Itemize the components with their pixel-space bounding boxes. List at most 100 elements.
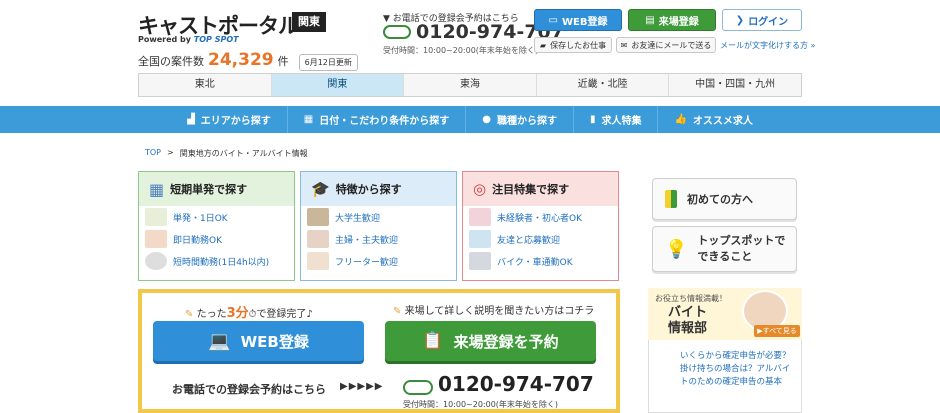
what-you-can-do-button[interactable]: 💡 トップスポットで できること: [652, 226, 797, 272]
clipboard-icon: 📋: [422, 331, 444, 351]
login-button[interactable]: ❯ ログイン: [722, 9, 802, 31]
breadcrumb-home[interactable]: TOP: [145, 148, 161, 159]
job-count: 全国の案件数 24,329 件 6月12日更新: [138, 50, 358, 71]
list-item[interactable]: フリーター歓迎: [307, 250, 450, 272]
list-item[interactable]: 大学生歓迎: [307, 206, 450, 228]
breadcrumb-current: 関東地方のバイト・アルバイト情報: [179, 149, 308, 158]
nav-features-label: 求人特集: [601, 116, 642, 127]
region-badge: 関東: [292, 12, 326, 32]
nav-date-conditions[interactable]: ▦ 日付・こだわり条件から探す: [286, 106, 465, 133]
signup-catch-web: ✎ たった3分⏱で登録完了♪: [185, 302, 313, 321]
list-item[interactable]: 未経験者・初心者OK: [469, 206, 612, 228]
banner-title-line-1: バイト: [668, 305, 708, 320]
panel-short-term: ▦ 短期単発で探す 単発・1日OK 即日勤務OK 短時間勤務(1日4h以内): [138, 171, 295, 281]
thumbs-up-icon: 👍: [674, 114, 687, 125]
tab-tokai[interactable]: 東海: [404, 74, 537, 96]
list-item-label: フリーター歓迎: [335, 257, 399, 268]
list-item-label: バイク・車通勤OK: [497, 257, 573, 268]
region-tabs: 東北 関東 東海 近畿・北陸 中国・四国・九州: [138, 73, 802, 97]
signup-catch-venue: ✎ 来場して詳しく説明を聞きたい方はコチラ: [393, 302, 594, 317]
nav-job-type[interactable]: ● 職種から探す: [465, 106, 573, 133]
big-web-register-label: WEB登録: [240, 332, 309, 351]
panel-features-title: 特徴から探す: [335, 183, 402, 196]
about-line-1: トップスポットで: [697, 234, 786, 247]
panel-short-term-title: 短期単発で探す: [170, 183, 248, 196]
list-item-label: 主婦・主夫歓迎: [335, 235, 399, 246]
tab-kanto[interactable]: 関東: [271, 74, 405, 96]
list-item[interactable]: バイク・車通勤OK: [469, 250, 612, 272]
first-time-button[interactable]: 初めての方へ: [652, 178, 797, 220]
photo-thumbnail: [469, 208, 491, 226]
person-icon: ●: [482, 114, 491, 125]
catch-suffix: で登録完了♪: [256, 309, 313, 320]
count-value: 24,329: [208, 50, 274, 70]
panel-featured-header: ◎ 注目特集で探す: [463, 172, 618, 206]
about-line-2: できること: [697, 250, 753, 263]
list-item-label: 大学生歓迎: [335, 213, 381, 224]
clock-icon: [145, 252, 167, 270]
breadcrumb: TOP > 関東地方のバイト・アルバイト情報: [145, 148, 308, 159]
call-text: お電話での登録会予約はこちら: [172, 383, 326, 396]
nav-features[interactable]: ▮ 求人特集: [572, 106, 658, 133]
nav-date-label: 日付・こだわり条件から探す: [319, 116, 450, 127]
venue-register-button[interactable]: ▤ 来場登録: [628, 9, 716, 31]
monitor-icon: ▭: [548, 14, 558, 26]
photo-thumbnail: [307, 230, 329, 248]
big-venue-register-label: 来場登録を予約: [453, 332, 559, 351]
nav-area[interactable]: ▟ エリアから探す: [171, 106, 287, 133]
tab-tohoku[interactable]: 東北: [139, 74, 272, 96]
tab-chugoku-shikoku-kyushu[interactable]: 中国・四国・九州: [669, 74, 801, 96]
catch-venue-text: 来場して詳しく説明を聞きたい方はコチラ: [404, 306, 595, 317]
panel-short-term-header: ▦ 短期単発で探す: [139, 172, 294, 206]
see-all-button[interactable]: ▶すべて見る: [754, 325, 800, 337]
powered-by: Powered by TOP SPOT: [138, 35, 239, 44]
photo-thumbnail: [145, 208, 167, 226]
saved-jobs-label: 保存したお仕事: [550, 40, 607, 50]
list-item[interactable]: 短時間勤務(1日4h以内): [145, 250, 288, 272]
free-dial-icon: [403, 380, 433, 395]
first-time-label: 初めての方へ: [687, 193, 753, 206]
phone-hours: 受付時間：10:00~20:00(年末年始を除く): [383, 46, 539, 55]
chevron-right-icon: ❯: [735, 14, 745, 26]
pencil-icon: ✎: [185, 309, 194, 320]
banner-title: バイト 情報部: [668, 305, 707, 337]
venue-register-label: 来場登録: [658, 16, 699, 28]
nav-recommended[interactable]: 👍 オススメ求人: [657, 106, 768, 133]
mail-garbled-link[interactable]: メールが文字化けする方 »: [720, 40, 815, 51]
panel-featured-title: 注目特集で探す: [492, 183, 570, 196]
web-register-button[interactable]: ▭ WEB登録: [534, 9, 622, 31]
calendar-icon: ▦: [303, 114, 314, 125]
lightbulb-icon: 💡: [665, 238, 688, 260]
list-item-label: 未経験者・初心者OK: [497, 213, 582, 224]
target-icon: ◎: [473, 180, 487, 198]
main-nav: ▟ エリアから探す ▦ 日付・こだわり条件から探す ● 職種から探す ▮ 求人特…: [0, 106, 940, 133]
signup-phone-number[interactable]: 0120-974-707: [438, 372, 594, 396]
count-unit: 件: [277, 55, 289, 68]
list-item[interactable]: 即日勤務OK: [145, 228, 288, 250]
panel-features-header: 🎓 特徴から探す: [301, 172, 456, 206]
photo-thumbnail: [469, 230, 491, 248]
photo-thumbnail: [307, 208, 329, 226]
list-item[interactable]: 単発・1日OK: [145, 206, 288, 228]
big-venue-register-button[interactable]: 📋 来場登録を予約: [385, 321, 596, 361]
topspot-logo: TOP SPOT: [193, 35, 239, 44]
login-label: ログイン: [748, 16, 789, 28]
list-item[interactable]: 友達と応募歓迎: [469, 228, 612, 250]
mail-friend-button[interactable]: ✉ お友達にメールで送る: [616, 37, 716, 53]
banner-title-line-2: 情報部: [668, 321, 708, 336]
breadcrumb-separator: >: [167, 148, 174, 157]
big-web-register-button[interactable]: 💻 WEB登録: [153, 321, 364, 361]
tab-kinki-hokuriku[interactable]: 近畿・北陸: [537, 74, 670, 96]
web-register-label: WEB登録: [561, 16, 608, 28]
saved-jobs-button[interactable]: ▰ 保存したお仕事: [534, 37, 612, 53]
page: キャストポータル Powered by TOP SPOT 関東 全国の案件数 2…: [0, 0, 940, 413]
laptop-icon: 💻: [208, 330, 231, 352]
list-item[interactable]: 主婦・主夫歓迎: [307, 228, 450, 250]
signup-phone-hours: 受付時間：10:00~20:00(年末年始を除く): [403, 400, 559, 409]
free-dial-icon: [383, 25, 411, 39]
nav-recommended-label: オススメ求人: [692, 116, 753, 127]
arrows-decoration: ▶▶▶▶▶: [340, 381, 384, 392]
catch-prefix: たった: [196, 309, 227, 320]
calendar-icon: ▦: [149, 179, 165, 199]
banner-article-link[interactable]: いくらから確定申告が必要？掛け持ちの場合は？アルバイトのための確定申告の基本: [680, 350, 798, 389]
